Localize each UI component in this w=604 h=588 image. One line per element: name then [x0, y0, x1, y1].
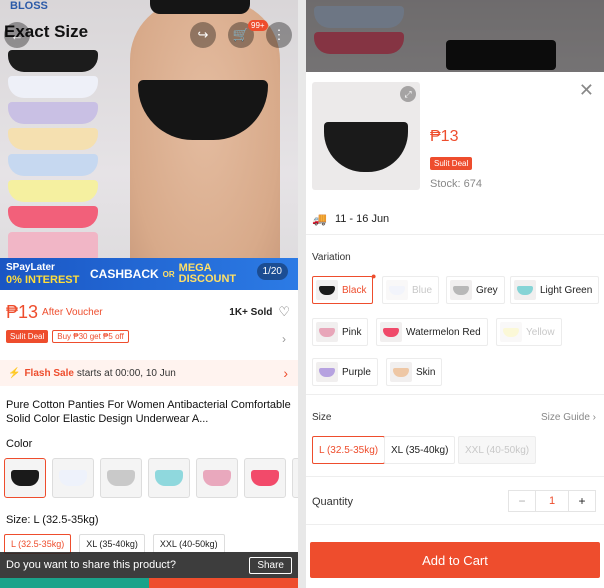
cart-count-badge: 99+	[248, 20, 268, 31]
quantity-label: Quantity	[312, 496, 353, 508]
truck-icon: 🚚	[312, 212, 327, 226]
stock-count: Stock: 674	[430, 178, 482, 190]
interest-label: 0% INTEREST	[6, 274, 80, 286]
hot-badge-icon: ●	[371, 271, 377, 281]
selected-variant-image[interactable]: ⤢	[312, 82, 420, 190]
color-option-yellow[interactable]: Yellow	[496, 318, 562, 346]
shipping-estimate: 🚚 11 - 16 Jun	[312, 212, 389, 226]
color-thumbnail[interactable]	[148, 458, 190, 498]
flash-sale-bar[interactable]: ⚡ Flash Sale starts at 00:00, 10 Jun ›	[0, 360, 298, 386]
or-label: OR	[162, 269, 175, 279]
product-price: ₱13	[6, 301, 39, 322]
sold-count: 1K+ Sold	[229, 306, 273, 318]
heart-icon[interactable]: ♡	[278, 304, 290, 320]
color-option-black[interactable]: Black ●	[312, 271, 376, 304]
lightning-icon: ⚡	[8, 367, 21, 379]
share-button[interactable]: Share	[249, 556, 292, 574]
panty-stack-image	[8, 50, 98, 276]
chevron-right-icon[interactable]: ›	[282, 332, 286, 346]
color-option-blue[interactable]: Blue	[382, 276, 440, 304]
close-icon[interactable]: ✕	[579, 80, 594, 101]
product-page: BLOSS Exact Size ← ↪ 🛒 99+ ⋮ SPayLater 0…	[0, 0, 298, 588]
color-thumbnail[interactable]	[4, 458, 46, 498]
size-option[interactable]: XL (35-40kg)	[384, 436, 456, 464]
sulit-deal-tag: Sulit Deal	[6, 330, 49, 343]
size-option[interactable]: L (32.5-35kg)	[312, 436, 386, 464]
variation-sheet-view: ⤢ ✕ ₱13 Sulit Deal Stock: 674 🚚 11 - 16 …	[306, 0, 604, 588]
color-thumbnails	[4, 458, 298, 498]
back-arrow-icon[interactable]: ←	[4, 22, 30, 48]
color-thumbnail[interactable]	[244, 458, 286, 498]
brand-logo: BLOSS	[10, 0, 48, 12]
plus-button[interactable]: +	[569, 494, 595, 508]
product-title: Pure Cotton Panties For Women Antibacter…	[6, 399, 291, 425]
modal-overlay[interactable]	[306, 0, 604, 72]
quantity-value[interactable]: 1	[535, 491, 569, 511]
panel-divider	[298, 0, 306, 588]
cashback-label: CASHBACK	[90, 267, 159, 281]
color-option-pink[interactable]: Pink	[312, 318, 369, 346]
add-to-cart-button[interactable]: Add to Cart	[310, 542, 600, 578]
quantity-stepper[interactable]: − 1 +	[508, 490, 596, 512]
size-option[interactable]: XXL (40-50kg)	[458, 436, 537, 464]
share-icon[interactable]: ↪	[190, 22, 216, 48]
minus-button[interactable]: −	[509, 494, 535, 508]
voucher-tag[interactable]: Buy ₱30 get ₱5 off	[52, 330, 129, 343]
sulit-deal-tag: Sulit Deal	[430, 157, 473, 170]
spaylater-label: SPayLater	[6, 262, 55, 273]
promo-banner[interactable]: SPayLater 0% INTEREST CASHBACK OR MEGA D…	[0, 258, 298, 290]
color-option-skin[interactable]: Skin	[386, 358, 443, 386]
chevron-right-icon: ›	[283, 365, 288, 381]
share-prompt-bar: Do you want to share this product? Share	[0, 552, 298, 578]
variant-price: ₱13	[430, 128, 459, 145]
expand-icon[interactable]: ⤢	[400, 86, 416, 102]
variation-bottom-sheet: ⤢ ✕ ₱13 Sulit Deal Stock: 674 🚚 11 - 16 …	[306, 72, 604, 588]
discount-label: DISCOUNT	[178, 273, 237, 285]
variation-label: Variation	[312, 252, 351, 263]
color-label: Color	[6, 438, 33, 450]
size-option-xxl[interactable]: XXL (40-50kg)	[152, 534, 225, 554]
size-section-label: Size	[312, 412, 332, 423]
share-prompt-text: Do you want to share this product?	[6, 559, 176, 571]
color-thumbnail[interactable]	[196, 458, 238, 498]
color-option-watermelon-red[interactable]: Watermelon Red	[376, 318, 488, 346]
image-pager: 1/20	[256, 263, 288, 280]
size-option-l[interactable]: L (32.5-35kg)	[4, 534, 72, 554]
bottom-action-bar[interactable]	[0, 578, 298, 588]
flash-sale-time: starts at 00:00, 10 Jun	[76, 367, 176, 379]
shipping-dates: 11 - 16 Jun	[334, 213, 390, 225]
color-option-light-green[interactable]: Light Green	[510, 276, 600, 304]
size-guide-link[interactable]: Size Guide ›	[541, 412, 596, 423]
more-options-icon[interactable]: ⋮	[266, 22, 292, 48]
size-option-xl[interactable]: XL (35-40kg)	[79, 534, 145, 554]
product-image-carousel[interactable]: BLOSS Exact Size ← ↪ 🛒 99+ ⋮ SPayLater 0…	[0, 0, 298, 290]
size-label: Size: L (32.5-35kg)	[6, 514, 99, 526]
color-thumbnail[interactable]	[100, 458, 142, 498]
color-option-grey[interactable]: Grey	[446, 276, 505, 304]
after-voucher-label: After Voucher	[42, 306, 103, 318]
flash-sale-label: Flash Sale	[24, 367, 74, 379]
color-option-purple[interactable]: Purple	[312, 358, 378, 386]
product-image-background	[306, 0, 604, 72]
color-thumbnail[interactable]	[52, 458, 94, 498]
